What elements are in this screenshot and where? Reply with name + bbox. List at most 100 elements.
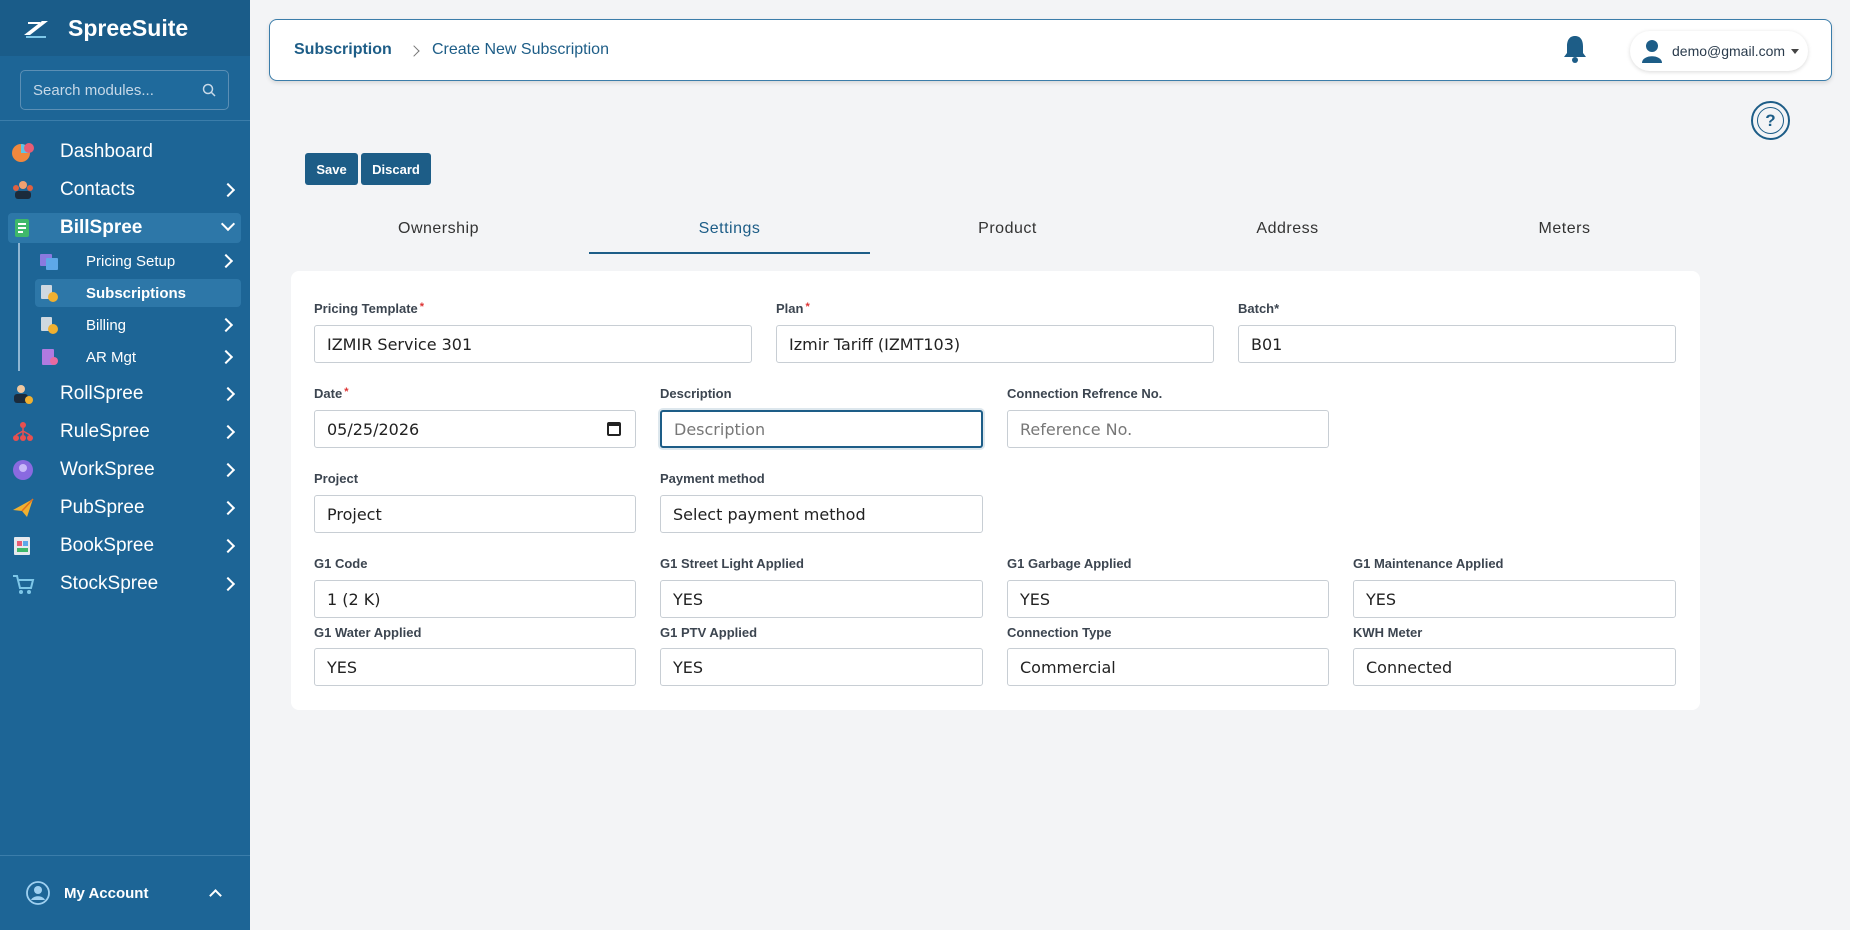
sidebar-item-contacts[interactable]: Contacts [8, 175, 241, 205]
g1-maintenance-label: G1 Maintenance Applied [1353, 556, 1504, 571]
connection-ref-label: Connection Refrence No. [1007, 386, 1163, 401]
bookspree-icon [14, 537, 30, 555]
chevron-right-icon [220, 500, 236, 516]
chevron-right-icon [218, 349, 234, 365]
payment-method-label: Payment method [660, 471, 765, 486]
g1-code-select[interactable]: 1 (2 K) [314, 580, 636, 618]
my-account[interactable]: My Account [0, 855, 250, 930]
bell-icon[interactable] [1561, 34, 1589, 64]
connection-ref-field[interactable] [1007, 410, 1329, 448]
plan-field[interactable]: Izmir Tariff (IZMT103) [776, 325, 1214, 363]
sidebar-item-ar-mgt[interactable]: AR Mgt [35, 343, 241, 371]
sidebar-subitem-label: AR Mgt [86, 348, 137, 366]
chevron-up-icon [209, 889, 222, 902]
breadcrumb-root[interactable]: Subscription [294, 41, 392, 59]
sidebar-item-dashboard[interactable]: Dashboard [8, 137, 241, 167]
sidebar-item-pubspree[interactable]: PubSpree [8, 493, 241, 523]
g1-garbage-label: G1 Garbage Applied [1007, 556, 1132, 571]
sidebar-item-workspree[interactable]: WorkSpree [8, 455, 241, 485]
user-circle-icon [26, 881, 50, 905]
g1-code-label: G1 Code [314, 556, 368, 571]
g1-ptv-label: G1 PTV Applied [660, 625, 758, 640]
plan-label: Plan * [776, 301, 810, 316]
kwh-meter-select[interactable]: Connected [1353, 648, 1676, 686]
chevron-right-icon [218, 253, 234, 269]
dashboard-icon [12, 143, 34, 162]
help-button[interactable]: ? [1751, 101, 1790, 140]
tab-address[interactable]: Address [1160, 220, 1415, 254]
g1-water-label: G1 Water Applied [314, 625, 422, 640]
chevron-right-icon [220, 182, 236, 198]
pubspree-icon [13, 498, 34, 517]
brand[interactable]: SpreeSuite [0, 0, 250, 56]
app-name: SpreeSuite [68, 14, 189, 41]
sidebar-item-billspree[interactable]: BillSpree [8, 213, 241, 243]
sidebar-item-bookspree[interactable]: BookSpree [8, 531, 241, 561]
sidebar-item-subscriptions[interactable]: Subscriptions [35, 279, 241, 307]
sidebar-item-label: Dashboard [60, 141, 153, 162]
sidebar-item-stockspree[interactable]: StockSpree [8, 569, 241, 599]
user-icon [1642, 40, 1662, 63]
save-button[interactable]: Save [305, 153, 358, 185]
billing-icon [41, 317, 58, 334]
calendar-icon[interactable] [607, 422, 621, 436]
g1-water-select[interactable]: YES [314, 648, 636, 686]
date-field[interactable]: 05/25/2026 [314, 410, 636, 448]
sidebar-item-label: RuleSpree [60, 421, 150, 442]
chevron-right-icon [220, 576, 236, 592]
chevron-right-icon [220, 462, 236, 478]
project-select[interactable]: Project [314, 495, 636, 533]
connection-ref-input[interactable] [1020, 419, 1316, 439]
payment-method-select[interactable]: Select payment method [660, 495, 983, 533]
g1-street-light-label: G1 Street Light Applied [660, 556, 804, 571]
tab-product[interactable]: Product [880, 220, 1135, 254]
sidebar-item-label: RollSpree [60, 383, 144, 404]
batch-label: Batch* [1238, 301, 1280, 316]
ar-mgt-icon [42, 349, 58, 365]
rollspree-icon [14, 385, 33, 404]
discard-button[interactable]: Discard [361, 153, 431, 185]
question-icon: ? [1757, 107, 1784, 134]
sidebar-item-rulespree[interactable]: RuleSpree [8, 417, 241, 447]
date-label: Date * [314, 386, 349, 401]
description-field[interactable] [660, 410, 983, 448]
description-input[interactable] [674, 419, 969, 439]
sidebar-item-label: PubSpree [60, 497, 145, 518]
billspree-icon [15, 219, 29, 237]
search-icon [202, 83, 216, 97]
sidebar-item-label: BillSpree [60, 217, 143, 238]
pricing-template-label: Pricing Template * [314, 301, 425, 316]
subscriptions-icon [41, 285, 58, 302]
rulespree-icon [13, 422, 33, 441]
connection-type-select[interactable]: Commercial [1007, 648, 1329, 686]
sidebar-divider [0, 120, 250, 121]
g1-street-light-select[interactable]: YES [660, 580, 983, 618]
contacts-icon [13, 181, 33, 199]
sidebar-item-label: WorkSpree [60, 459, 155, 480]
workspree-icon [13, 460, 33, 480]
batch-field[interactable]: B01 [1238, 325, 1676, 363]
pricing-template-field[interactable]: IZMIR Service 301 [314, 325, 752, 363]
sidebar-subitem-label: Billing [86, 316, 127, 334]
sidebar-item-billing[interactable]: Billing [35, 311, 241, 339]
search-input[interactable] [33, 81, 193, 99]
breadcrumb-current: Create New Subscription [432, 41, 609, 58]
sidebar-item-rollspree[interactable]: RollSpree [8, 379, 241, 409]
g1-garbage-select[interactable]: YES [1007, 580, 1329, 618]
tab-settings[interactable]: Settings [589, 220, 870, 254]
spreesuite-logo-icon [24, 21, 48, 38]
user-email: demo@gmail.com [1672, 43, 1786, 59]
sidebar-item-label: BookSpree [60, 535, 155, 556]
user-menu[interactable]: demo@gmail.com [1630, 31, 1808, 71]
module-search[interactable] [20, 70, 229, 110]
submenu-line [18, 243, 20, 371]
description-label: Description [660, 386, 732, 401]
pricing-setup-icon [40, 254, 58, 270]
sidebar-subitem-label: Pricing Setup [86, 252, 176, 270]
g1-ptv-select[interactable]: YES [660, 648, 983, 686]
tab-meters[interactable]: Meters [1437, 220, 1692, 254]
g1-maintenance-select[interactable]: YES [1353, 580, 1676, 618]
tab-ownership[interactable]: Ownership [311, 220, 566, 254]
sidebar-item-pricing-setup[interactable]: Pricing Setup [35, 247, 241, 275]
sidebar-subitem-label: Subscriptions [86, 284, 187, 302]
